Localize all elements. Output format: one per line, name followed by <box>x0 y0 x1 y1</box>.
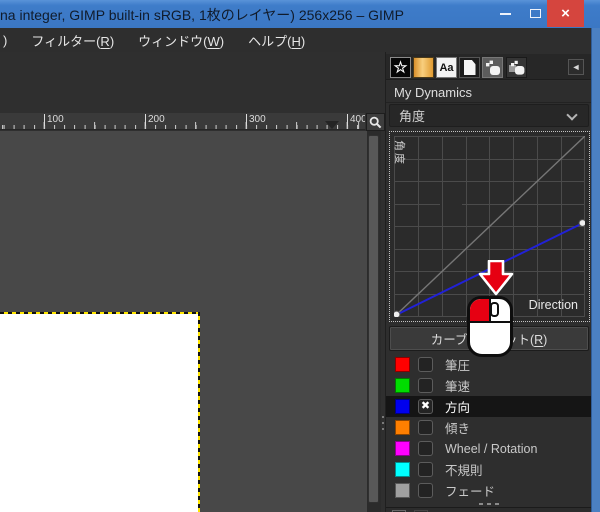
checkbox[interactable] <box>418 483 433 498</box>
dynamics-mapping-list: 筆圧 筆速 ✖ 方向 傾き Wheel / Rotation <box>386 354 592 501</box>
checkbox[interactable] <box>418 441 433 456</box>
collapse-arrow-icon: ◄ <box>572 62 581 72</box>
dock-tab-bar: ★ Aa ◄ <box>386 54 592 80</box>
chevron-down-icon <box>566 109 577 120</box>
checkbox-checked[interactable]: ✖ <box>418 399 433 414</box>
minimize-button[interactable] <box>492 0 518 27</box>
tab-gradients[interactable] <box>413 57 434 78</box>
tab-fonts[interactable]: Aa <box>436 57 457 78</box>
color-swatch <box>395 378 410 393</box>
dynamics-curve-editor[interactable]: 角度 Direction <box>389 131 590 322</box>
menu-item-windows[interactable]: ウィンドウ(W) <box>138 31 224 50</box>
layer-boundary-right <box>198 312 200 512</box>
menu-item-help[interactable]: ヘルプ(H) <box>248 31 305 50</box>
vertical-scrollbar-thumb[interactable] <box>368 135 379 503</box>
ruler-label-100: 100 <box>44 114 64 126</box>
panel-bottom-partial-row <box>386 507 592 512</box>
horizontal-ruler: 100 200 300 400 <box>0 113 365 130</box>
tab-dynamics-editor[interactable] <box>506 57 527 78</box>
ruler-label-200: 200 <box>145 114 165 126</box>
menu-item-truncated[interactable]: ) <box>3 33 7 48</box>
star-icon: ★ <box>394 59 407 76</box>
ruler-pointer-marker <box>325 121 339 129</box>
magnifier-icon <box>369 116 382 129</box>
list-item-label: 傾き <box>445 418 470 437</box>
color-swatch <box>395 399 410 414</box>
menu-bar: ) フィルター(R) ウィンドウ(W) ヘルプ(H) <box>0 28 600 52</box>
list-item-direction-selected[interactable]: ✖ 方向 <box>386 396 592 417</box>
curve-axis-label: 角度 <box>392 140 408 156</box>
pane-resize-grip[interactable] <box>382 416 384 434</box>
curve-direction-label: Direction <box>529 298 578 312</box>
list-item-wheel-rotation[interactable]: Wheel / Rotation <box>386 438 592 459</box>
maximize-icon <box>530 9 541 18</box>
document-icon <box>464 60 476 75</box>
color-swatch <box>395 483 410 498</box>
tab-menu-button[interactable]: ◄ <box>568 59 584 75</box>
checkbox[interactable] <box>418 378 433 393</box>
list-item-label: フェード <box>445 481 495 500</box>
close-button[interactable]: × <box>547 0 584 27</box>
dock-title: My Dynamics <box>386 81 592 103</box>
dynamics-icon <box>485 60 501 76</box>
list-item-label: 筆速 <box>445 376 470 395</box>
vertical-scrollbar[interactable] <box>367 131 381 512</box>
ruler-label-400: 400 <box>347 114 365 126</box>
layer-boundary-top <box>0 312 200 314</box>
fonts-icon: Aa <box>439 62 453 74</box>
color-swatch <box>395 357 410 372</box>
image-canvas[interactable] <box>0 314 198 512</box>
curve-point-end <box>579 220 585 227</box>
dynamics-dock-panel: ★ Aa ◄ My Dynamics <box>385 52 591 512</box>
reset-curve-button[interactable]: カーブのリセット(R) <box>389 326 589 351</box>
list-item-label: 不規則 <box>445 460 483 479</box>
list-item-pressure[interactable]: 筆圧 <box>386 354 592 375</box>
gimp-window: na integer, GIMP built-in sRGB, 1枚のレイヤー)… <box>0 0 600 512</box>
dynamics-property-dropdown[interactable]: 角度 <box>389 104 589 127</box>
close-icon: × <box>561 5 570 22</box>
list-item-velocity[interactable]: 筆速 <box>386 375 592 396</box>
list-item-random[interactable]: 不規則 <box>386 459 592 480</box>
zoom-when-resized-button[interactable] <box>366 113 385 131</box>
canvas-area: 100 200 300 400 <box>0 52 385 512</box>
minimize-icon <box>500 13 511 15</box>
checkbox[interactable] <box>418 420 433 435</box>
curve-point-start <box>394 311 400 317</box>
checkbox[interactable] <box>418 462 433 477</box>
window-border-right <box>591 28 600 512</box>
ruler-label-300: 300 <box>246 114 266 126</box>
list-item-tilt[interactable]: 傾き <box>386 417 592 438</box>
color-swatch <box>395 420 410 435</box>
list-item-label: 筆圧 <box>445 355 470 374</box>
list-resize-grip[interactable] <box>386 501 592 506</box>
dynamics-editor-icon <box>509 60 525 76</box>
tab-dynamics-selected[interactable] <box>482 57 503 78</box>
title-bar[interactable]: na integer, GIMP built-in sRGB, 1枚のレイヤー)… <box>0 0 600 28</box>
color-swatch <box>395 441 410 456</box>
dropdown-value: 角度 <box>399 106 425 125</box>
window-title: na integer, GIMP built-in sRGB, 1枚のレイヤー)… <box>0 5 460 25</box>
tab-brushes[interactable]: ★ <box>390 57 411 78</box>
color-swatch <box>395 462 410 477</box>
list-item-label: Wheel / Rotation <box>445 442 537 456</box>
list-item-label: 方向 <box>445 397 470 416</box>
checkbox[interactable] <box>418 357 433 372</box>
tab-document[interactable] <box>459 57 480 78</box>
curve-grid <box>394 136 585 317</box>
menu-item-filters[interactable]: フィルター(R) <box>31 31 114 50</box>
list-item-fade[interactable]: フェード <box>386 480 592 501</box>
maximize-button[interactable] <box>522 0 548 27</box>
